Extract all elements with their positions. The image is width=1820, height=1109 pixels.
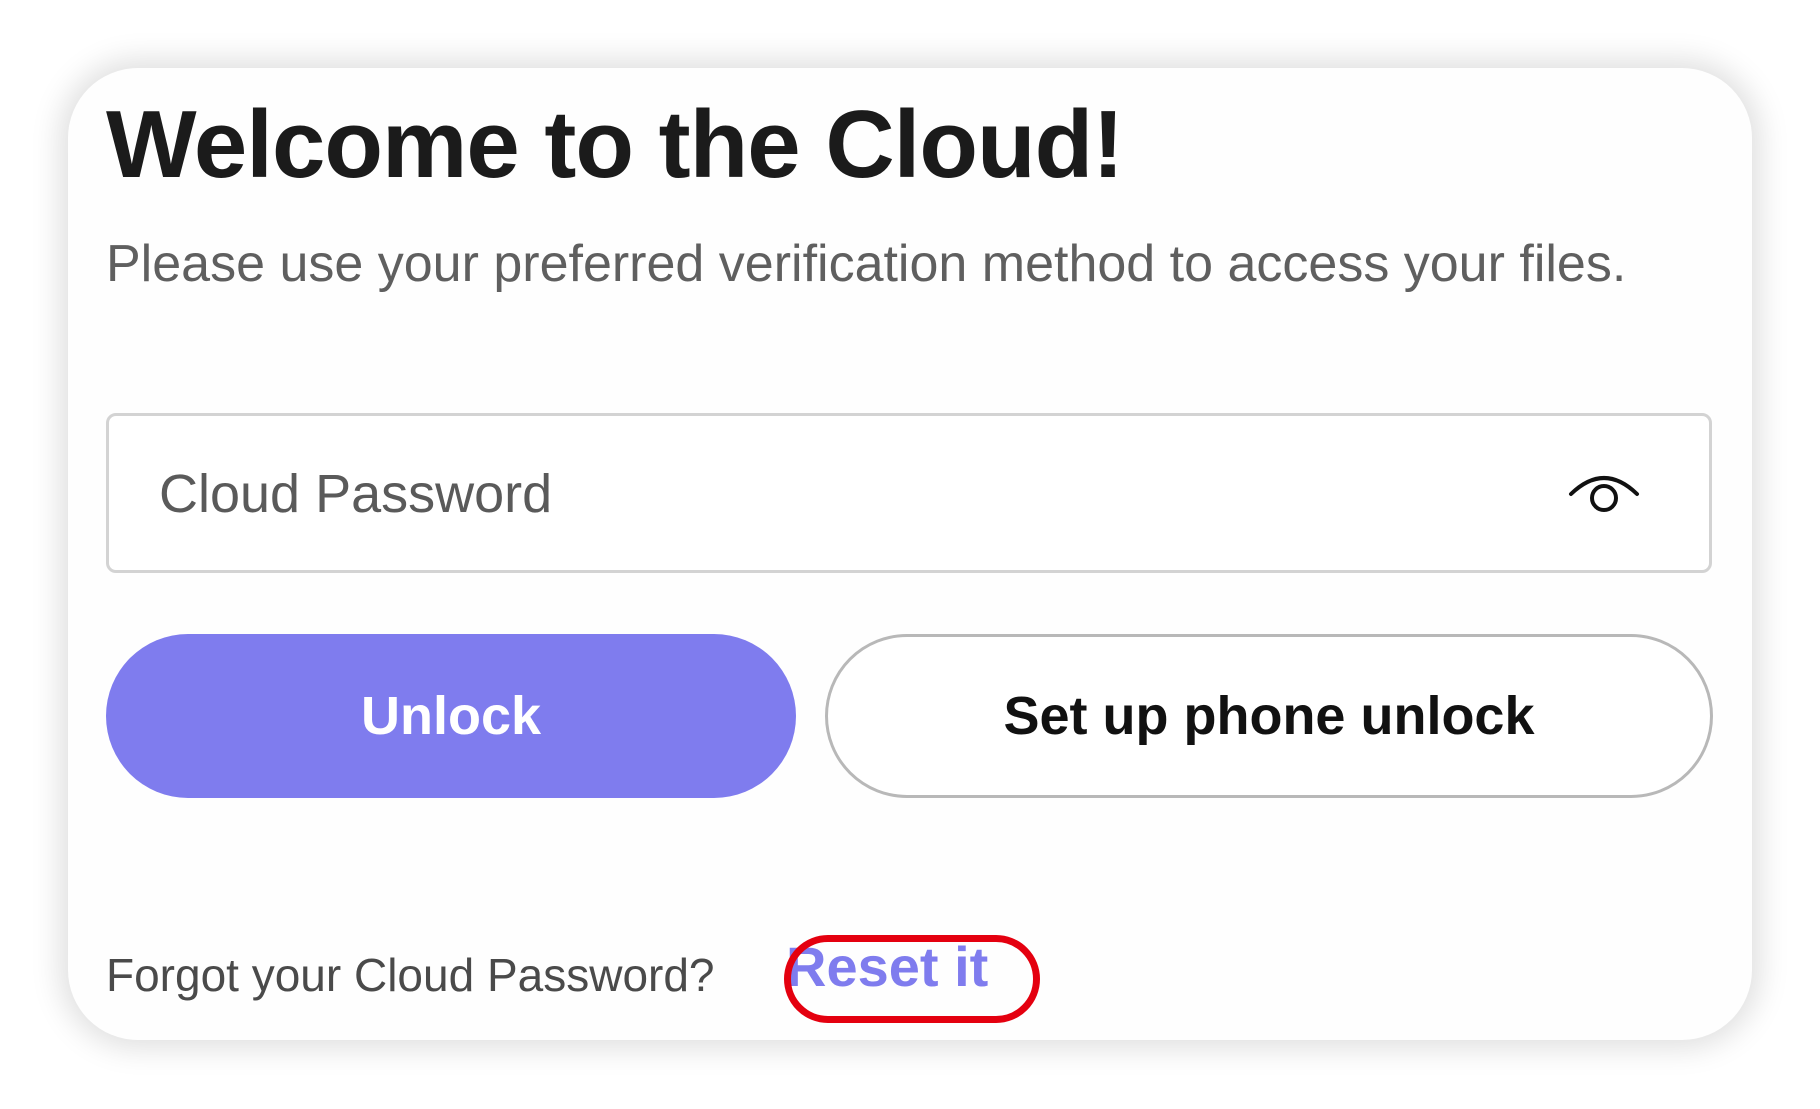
setup-phone-unlock-button[interactable]: Set up phone unlock: [825, 634, 1713, 798]
eye-icon-graphic: [1569, 476, 1639, 512]
login-card: Welcome to the Cloud! Please use your pr…: [68, 68, 1752, 1040]
cloud-password-input[interactable]: [159, 454, 1539, 534]
forgot-password-text: Forgot your Cloud Password?: [106, 949, 715, 1001]
page-title: Welcome to the Cloud!: [106, 91, 1124, 198]
unlock-button[interactable]: Unlock: [106, 634, 796, 798]
page-subtitle: Please use your preferred verification m…: [106, 235, 1627, 293]
password-field: [106, 413, 1712, 573]
reset-password-link[interactable]: Reset it: [786, 934, 988, 999]
eye-icon[interactable]: [1567, 468, 1641, 520]
